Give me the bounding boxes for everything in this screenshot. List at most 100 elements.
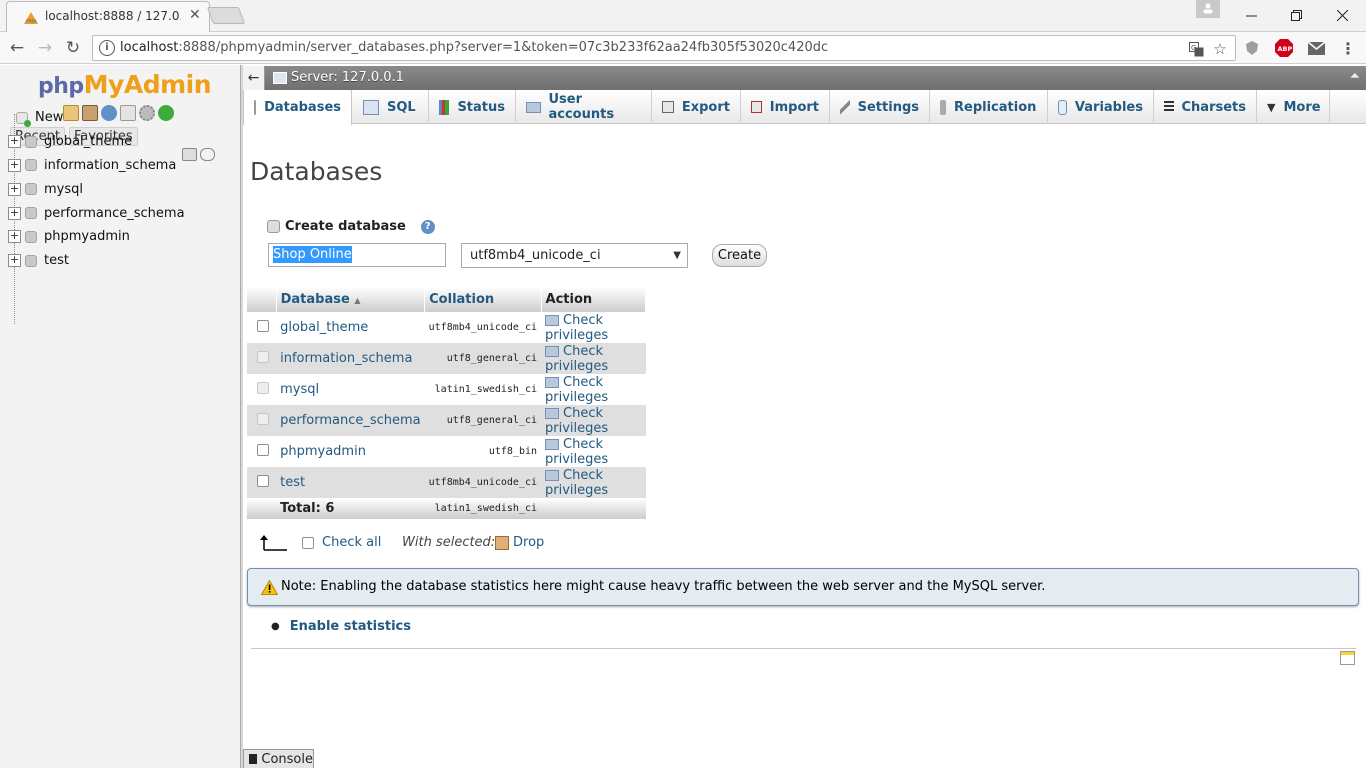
- address-bar[interactable]: i localhost:8888/phpmyadmin/server_datab…: [92, 35, 1236, 61]
- database-link[interactable]: information_schema: [276, 343, 425, 374]
- check-privileges-link[interactable]: Check privileges: [541, 436, 646, 467]
- tab-label: Settings: [857, 99, 919, 115]
- reload-icon[interactable]: ↻: [62, 37, 84, 59]
- expand-icon[interactable]: +: [8, 135, 21, 149]
- privileges-icon: [545, 345, 560, 357]
- header-checkbox-col: [247, 287, 277, 312]
- adblock-plus-icon[interactable]: ABP: [1275, 39, 1293, 57]
- expand-icon[interactable]: +: [8, 182, 21, 196]
- mail-icon[interactable]: [1307, 39, 1325, 57]
- check-all[interactable]: Check all: [302, 535, 381, 550]
- check-all-label[interactable]: Check all: [322, 535, 381, 550]
- tab-export[interactable]: Export: [652, 90, 741, 124]
- tab-import[interactable]: Import: [741, 90, 830, 124]
- check-privileges-link[interactable]: Check privileges: [541, 374, 646, 405]
- row-checkbox[interactable]: [257, 474, 269, 487]
- console-toggle[interactable]: Console: [243, 749, 314, 768]
- tree-item-new[interactable]: New: [8, 106, 185, 130]
- tree-item-label[interactable]: phpmyadmin: [44, 229, 130, 244]
- help-icon[interactable]: ?: [420, 219, 435, 234]
- translate-icon[interactable]: G: [1187, 40, 1205, 58]
- database-link[interactable]: phpmyadmin: [276, 436, 425, 467]
- chrome-menu-icon[interactable]: ⋮: [1339, 39, 1357, 58]
- enable-statistics-link[interactable]: Enable statistics: [290, 619, 411, 634]
- profile-button[interactable]: [1196, 0, 1220, 18]
- navigation-resizer[interactable]: [241, 65, 243, 768]
- check-privileges-link[interactable]: Check privileges: [541, 467, 646, 498]
- database-name-input[interactable]: Shop Online: [268, 243, 446, 267]
- tree-item-global-theme[interactable]: + global_theme: [8, 130, 185, 154]
- tab-user-accounts[interactable]: User accounts: [516, 90, 652, 124]
- bookmark-star-icon[interactable]: ☆: [1211, 40, 1229, 58]
- collation-value: utf8mb4_unicode_ci: [424, 467, 542, 498]
- row-checkbox[interactable]: [257, 319, 269, 332]
- tab-sql[interactable]: SQL: [353, 90, 429, 124]
- tree-item-test[interactable]: + test: [8, 249, 185, 273]
- info-icon[interactable]: i: [99, 40, 115, 56]
- server-label[interactable]: Server: 127.0.0.1: [291, 70, 404, 85]
- tree-item-label[interactable]: mysql: [44, 182, 83, 197]
- drop-button[interactable]: Drop: [495, 535, 544, 550]
- url-text[interactable]: localhost:8888/phpmyadmin/server_databas…: [120, 40, 828, 55]
- back-arrow-icon[interactable]: ←: [6, 37, 28, 59]
- svg-text:PMA: PMA: [26, 19, 37, 25]
- tree-item-label[interactable]: New: [35, 110, 63, 125]
- collation-select[interactable]: utf8mb4_unicode_ci ▼: [461, 243, 688, 268]
- console-label[interactable]: Console: [261, 752, 313, 767]
- check-all-checkbox[interactable]: [302, 536, 314, 549]
- hide-navigation-arrow-icon[interactable]: ←: [243, 66, 265, 90]
- table-row: performance_schema utf8_general_ci Check…: [247, 405, 646, 436]
- table-row: global_theme utf8mb4_unicode_ci Check pr…: [247, 312, 646, 343]
- tab-status[interactable]: Status: [429, 90, 516, 124]
- new-tab-button[interactable]: [206, 7, 246, 24]
- tree-item-label[interactable]: performance_schema: [44, 206, 185, 221]
- expand-icon[interactable]: +: [8, 206, 21, 220]
- tab-more[interactable]: ▼ More: [1257, 90, 1330, 124]
- tree-item-performance-schema[interactable]: + performance_schema: [8, 201, 185, 225]
- page-settings-icon[interactable]: [1340, 651, 1355, 665]
- expand-icon[interactable]: +: [8, 254, 21, 268]
- row-checkbox[interactable]: [257, 443, 269, 456]
- tree-item-label[interactable]: global_theme: [44, 134, 132, 149]
- header-database[interactable]: Database ▲: [276, 287, 426, 312]
- tab-databases[interactable]: Databases: [243, 90, 352, 125]
- create-button[interactable]: Create: [712, 244, 767, 267]
- collation-value: utf8mb4_unicode_ci: [424, 312, 542, 343]
- check-privileges-link[interactable]: Check privileges: [541, 312, 646, 343]
- extension-shield-icon[interactable]: [1243, 39, 1261, 57]
- tab-charsets[interactable]: Charsets: [1154, 90, 1257, 124]
- tab-close-icon[interactable]: ✕: [189, 7, 201, 23]
- tree-item-phpmyadmin[interactable]: + phpmyadmin: [8, 225, 185, 249]
- tab-label: Status: [457, 99, 505, 115]
- scroll-top-icon[interactable]: ⏶: [1350, 69, 1360, 84]
- link-with-main-icon[interactable]: [200, 148, 215, 161]
- drop-label[interactable]: Drop: [513, 535, 544, 550]
- server-breadcrumb[interactable]: Server: 127.0.0.1: [273, 70, 404, 85]
- database-link[interactable]: mysql: [276, 374, 425, 405]
- database-link[interactable]: global_theme: [276, 312, 425, 343]
- tab-variables[interactable]: Variables: [1048, 90, 1154, 124]
- phpmyadmin-logo[interactable]: phpMyAdmin: [38, 70, 212, 99]
- new-database-icon: [267, 220, 280, 233]
- close-window-button[interactable]: [1319, 0, 1365, 30]
- tab-title: localhost:8888 / 127.0.0.: [45, 9, 181, 23]
- close-icon: [1336, 9, 1348, 21]
- expand-icon[interactable]: +: [8, 158, 21, 172]
- browser-tab[interactable]: PMA localhost:8888 / 127.0.0. ✕: [6, 1, 210, 32]
- check-privileges-link[interactable]: Check privileges: [541, 405, 646, 436]
- tree-item-label[interactable]: information_schema: [44, 158, 176, 173]
- minimize-button[interactable]: [1228, 0, 1274, 30]
- privileges-icon: [545, 376, 560, 388]
- tab-settings[interactable]: Settings: [830, 90, 930, 124]
- check-privileges-link[interactable]: Check privileges: [541, 343, 646, 374]
- database-link[interactable]: test: [276, 467, 425, 498]
- tab-replication[interactable]: Replication: [930, 90, 1048, 124]
- tree-item-label[interactable]: test: [44, 253, 69, 268]
- header-collation[interactable]: Collation: [424, 287, 542, 312]
- forward-arrow-icon[interactable]: →: [34, 37, 56, 59]
- database-link[interactable]: performance_schema: [276, 405, 425, 436]
- restore-button[interactable]: [1273, 0, 1319, 30]
- tree-item-mysql[interactable]: + mysql: [8, 177, 185, 201]
- tree-item-information-schema[interactable]: + information_schema: [8, 154, 185, 178]
- expand-icon[interactable]: +: [8, 230, 21, 244]
